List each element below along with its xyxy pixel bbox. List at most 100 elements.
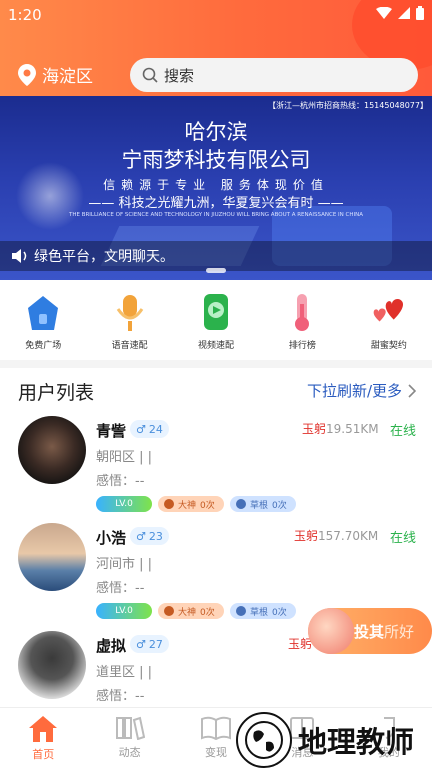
grass-count: 0次 xyxy=(272,607,287,618)
banner-tagline-en: THE BRILLIANCE OF SCIENCE AND TECHNOLOGY… xyxy=(68,212,364,218)
god-label: 大神 xyxy=(178,607,197,618)
age-badge: ♂ 23 xyxy=(130,527,169,545)
more-label: 下拉刷新/更多 xyxy=(306,382,402,400)
god-icon xyxy=(164,606,174,616)
online-status: 在线 xyxy=(389,424,416,439)
location-pin-icon xyxy=(18,63,36,86)
home-icon xyxy=(29,716,58,742)
level-badge: LV.0 xyxy=(96,603,152,619)
god-count: 0次 xyxy=(200,500,215,511)
search-placeholder: 搜索 xyxy=(164,66,195,85)
menu-voice-match[interactable]: 语音速配 xyxy=(86,294,172,358)
grass-icon xyxy=(236,499,246,509)
distance-value: 157.70KM xyxy=(318,529,379,543)
watermark: 地理教师 xyxy=(236,712,414,768)
age-value: 24 xyxy=(148,422,163,436)
battery-icon xyxy=(416,6,424,20)
grass-badge: 草根 0次 xyxy=(230,603,296,619)
user-name: 虚拟 xyxy=(96,637,127,655)
open-book-icon xyxy=(201,716,232,740)
menu-label: 排行榜 xyxy=(288,341,316,351)
promo-banner[interactable]: 【浙江—杭州市招商热线：15145048077】 哈尔滨 宁雨梦科技有限公司 信… xyxy=(0,96,432,280)
books-icon xyxy=(115,716,145,740)
grass-label: 草根 xyxy=(250,500,269,511)
avatar[interactable] xyxy=(18,523,86,591)
distance-brand: 玉躬 xyxy=(294,529,319,543)
refresh-more-link[interactable]: 下拉刷新/更多 xyxy=(307,380,416,401)
user-area: 朝阳区 | | xyxy=(96,450,153,465)
user-area: 道里区 | | xyxy=(96,665,153,680)
level-badge: LV.0 xyxy=(96,496,152,512)
distance-value: 19.51KM xyxy=(326,422,379,436)
promo-subtext: 所好 xyxy=(384,622,415,641)
promo-text: 投其 xyxy=(354,622,385,641)
menu-free-square[interactable]: 免费广场 xyxy=(0,294,86,358)
avatar[interactable] xyxy=(18,631,86,699)
age-badge: ♂ 27 xyxy=(130,635,169,653)
god-label: 大神 xyxy=(178,500,197,511)
banner-company: 宁雨梦科技有限公司 xyxy=(121,148,311,172)
distance-brand: 玉躬 xyxy=(302,422,327,436)
notice-marquee: 绿色平台，文明聊天。 xyxy=(0,241,432,271)
watermark-text: 地理教师 xyxy=(298,725,415,759)
menu-video-match[interactable]: 视频速配 xyxy=(173,294,259,358)
microphone-icon xyxy=(112,294,148,332)
search-input[interactable]: 搜索 xyxy=(130,58,418,92)
search-icon xyxy=(142,67,158,83)
distance: 玉躬157.70KM xyxy=(294,527,378,544)
menu-sweet-contract[interactable]: 甜蜜契约 xyxy=(346,294,432,358)
user-insight: 感悟：-- xyxy=(96,581,145,596)
god-count: 0次 xyxy=(200,607,215,618)
god-badge: 大神 0次 xyxy=(158,496,224,512)
user-tags: LV.0 大神 0次 草根 0次 xyxy=(96,496,296,512)
age-value: 23 xyxy=(148,529,163,543)
grass-label: 草根 xyxy=(250,607,269,618)
wifi-icon xyxy=(376,7,392,19)
grass-badge: 草根 0次 xyxy=(230,496,296,512)
distance: 玉躬19.51KM xyxy=(302,420,379,437)
promo-thumbnail xyxy=(308,608,354,654)
menu-label: 甜蜜契约 xyxy=(370,341,407,351)
age-value: 27 xyxy=(148,637,163,651)
male-icon: ♂ xyxy=(136,422,146,436)
status-icons xyxy=(376,6,424,20)
banner-slogan: 信赖源于专业 服务体现价值 xyxy=(103,178,329,192)
tab-feed[interactable]: 动态 xyxy=(86,708,172,768)
quick-menu: 免费广场 语音速配 视频速配 排行榜 甜蜜契约 xyxy=(0,294,432,358)
location-selector[interactable]: 海淀区 xyxy=(18,62,93,87)
house-icon xyxy=(25,294,61,332)
god-icon xyxy=(164,499,174,509)
user-area: 河间市 | | xyxy=(96,557,153,572)
notice-text: 绿色平台，文明聊天。 xyxy=(34,249,174,265)
video-chat-icon xyxy=(198,294,234,332)
menu-label: 语音速配 xyxy=(111,341,148,351)
globe-logo-icon xyxy=(236,712,292,768)
avatar[interactable] xyxy=(18,416,86,484)
user-insight: 感悟：-- xyxy=(96,474,145,489)
section-divider xyxy=(0,360,432,368)
user-name: 青訾 xyxy=(96,422,127,440)
tab-label: 首页 xyxy=(32,748,55,761)
user-tags: LV.0 大神 0次 草根 0次 xyxy=(96,603,296,619)
male-icon: ♂ xyxy=(136,637,146,651)
age-badge: ♂ 24 xyxy=(130,420,169,438)
grass-icon xyxy=(236,606,246,616)
location-label: 海淀区 xyxy=(42,67,93,87)
user-name: 小浩 xyxy=(96,529,127,547)
chevron-right-icon xyxy=(408,383,416,398)
list-item[interactable]: 青訾 ♂ 24 玉躬19.51KM 在线 朝阳区 | | 感悟：-- LV.0 … xyxy=(0,416,432,522)
distance-brand: 玉躬 xyxy=(288,637,313,651)
user-list-title: 用户列表 xyxy=(18,382,95,404)
menu-label: 免费广场 xyxy=(25,341,62,351)
floating-promo-button[interactable]: 投其 所好 xyxy=(308,608,432,654)
banner-city: 哈尔滨 xyxy=(184,120,248,144)
banner-pager xyxy=(206,268,226,273)
banner-hotline: 【浙江—杭州市招商热线：15145048077】 xyxy=(268,101,428,110)
hearts-icon xyxy=(371,294,407,332)
tab-label: 变现 xyxy=(205,746,228,759)
menu-ranking[interactable]: 排行榜 xyxy=(259,294,345,358)
signal-icon xyxy=(398,7,410,19)
grass-count: 0次 xyxy=(272,500,287,511)
app-header: 1:20 海淀区 搜索 xyxy=(0,0,432,96)
tab-home[interactable]: 首页 xyxy=(0,708,86,768)
